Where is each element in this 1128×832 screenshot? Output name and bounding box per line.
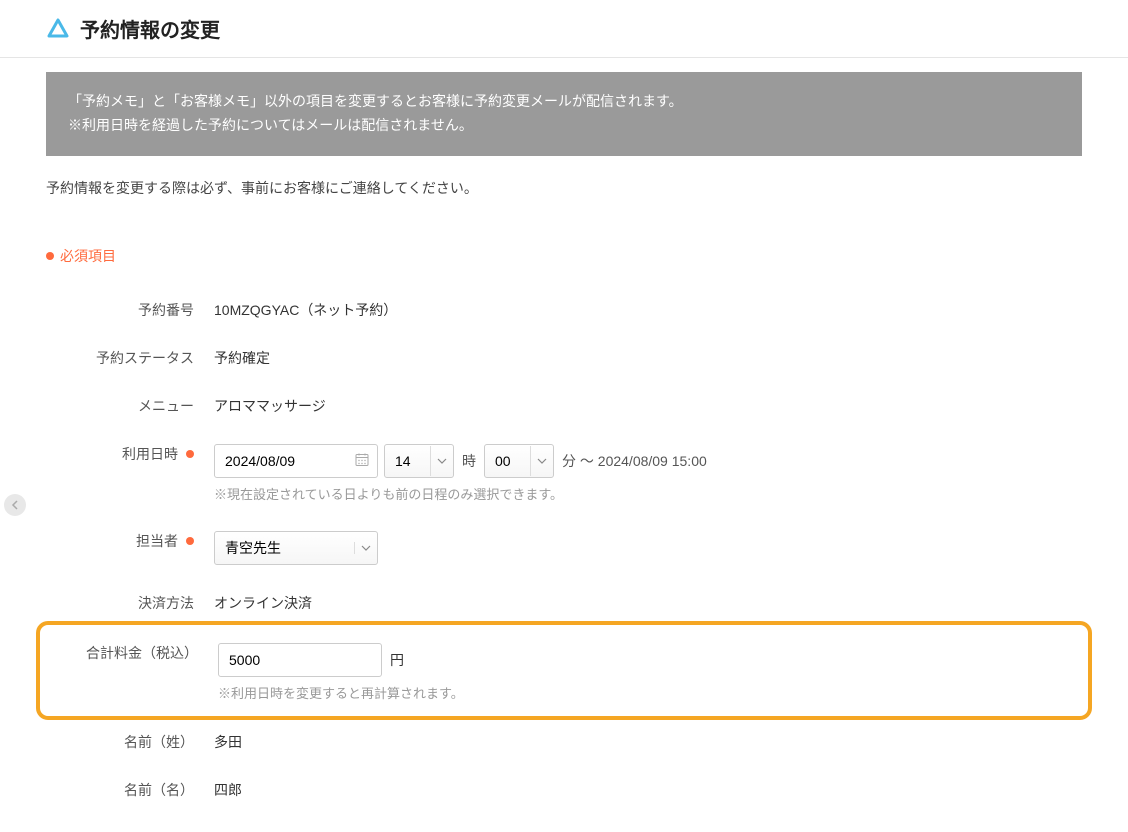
back-caret-button[interactable]	[4, 494, 26, 516]
highlighted-total-section: 合計料金（税込） 円 ※利用日時を変更すると再計算されます。	[36, 621, 1092, 720]
label-reservation-status: 予約ステータス	[46, 344, 214, 368]
value-reservation-number: 10MZQGYAC（ネット予約）	[214, 296, 1082, 320]
row-firstname: 名前（名） 四郎	[46, 764, 1082, 812]
amount-wrap: 円	[218, 643, 1078, 677]
label-total: 合計料金（税込）	[50, 639, 218, 663]
required-label: 必須項目	[60, 246, 116, 266]
value-datetime: 14 時 00 分 〜	[214, 440, 1082, 503]
label-payment: 決済方法	[46, 589, 214, 613]
form-table: 予約番号 10MZQGYAC（ネット予約） 予約ステータス 予約確定 メニュー …	[46, 284, 1082, 812]
content-area: 「予約メモ」と「お客様メモ」以外の項目を変更するとお客様に予約変更メールが配信さ…	[0, 58, 1128, 832]
page-title: 予約情報の変更	[80, 14, 220, 43]
label-reservation-number: 予約番号	[46, 296, 214, 320]
required-dot-icon	[186, 537, 194, 545]
date-input[interactable]	[214, 444, 378, 478]
notice-banner: 「予約メモ」と「お客様メモ」以外の項目を変更するとお客様に予約変更メールが配信さ…	[46, 72, 1082, 156]
required-indicator: 必須項目	[46, 246, 1082, 266]
label-datetime-text: 利用日時	[122, 444, 178, 464]
instruction-text: 予約情報を変更する際は必ず、事前にお客様にご連絡してください。	[46, 178, 1082, 198]
required-dot-icon	[46, 252, 54, 260]
row-datetime: 利用日時 14	[46, 428, 1082, 515]
staff-select[interactable]: 青空先生	[214, 531, 378, 565]
value-payment: オンライン決済	[214, 589, 1082, 613]
value-lastname: 多田	[214, 728, 1082, 752]
value-staff: 青空先生	[214, 527, 1082, 565]
label-lastname: 名前（姓）	[46, 728, 214, 752]
value-total: 円 ※利用日時を変更すると再計算されます。	[218, 639, 1078, 702]
label-firstname: 名前（名）	[46, 776, 214, 800]
label-staff: 担当者	[46, 527, 214, 551]
value-firstname: 四郎	[214, 776, 1082, 800]
staff-select-wrap: 青空先生	[214, 540, 378, 556]
minute-select-wrap: 00	[484, 444, 554, 478]
date-input-wrap	[214, 444, 378, 478]
row-payment: 決済方法 オンライン決済	[46, 577, 1082, 625]
row-total: 合計料金（税込） 円 ※利用日時を変更すると再計算されます。	[40, 635, 1088, 706]
datetime-hint: ※現在設定されている日よりも前の日程のみ選択できます。	[214, 484, 1082, 503]
label-menu: メニュー	[46, 392, 214, 416]
required-dot-icon	[186, 450, 194, 458]
page-header: 予約情報の変更	[0, 0, 1128, 58]
row-menu: メニュー アロママッサージ	[46, 380, 1082, 428]
total-hint: ※利用日時を変更すると再計算されます。	[218, 683, 1078, 702]
banner-line-2: ※利用日時を経過した予約についてはメールは配信されません。	[68, 114, 1060, 138]
banner-line-1: 「予約メモ」と「お客様メモ」以外の項目を変更するとお客様に予約変更メールが配信さ…	[68, 90, 1060, 114]
row-staff: 担当者 青空先生	[46, 515, 1082, 577]
minute-select[interactable]: 00	[484, 444, 554, 478]
total-input[interactable]	[218, 643, 382, 677]
row-lastname: 名前（姓） 多田	[46, 716, 1082, 764]
datetime-controls: 14 時 00 分 〜	[214, 444, 1082, 478]
row-reservation-number: 予約番号 10MZQGYAC（ネット予約）	[46, 284, 1082, 332]
value-menu: アロママッサージ	[214, 392, 1082, 416]
end-datetime-text: 分 〜 2024/08/09 15:00	[562, 451, 707, 471]
hour-select[interactable]: 14	[384, 444, 454, 478]
logo-triangle-icon	[46, 17, 70, 41]
label-staff-text: 担当者	[136, 531, 178, 551]
hour-select-wrap: 14	[384, 444, 454, 478]
label-datetime: 利用日時	[46, 440, 214, 464]
currency-label: 円	[390, 650, 404, 670]
value-reservation-status: 予約確定	[214, 344, 1082, 368]
row-reservation-status: 予約ステータス 予約確定	[46, 332, 1082, 380]
hour-unit: 時	[462, 451, 476, 471]
